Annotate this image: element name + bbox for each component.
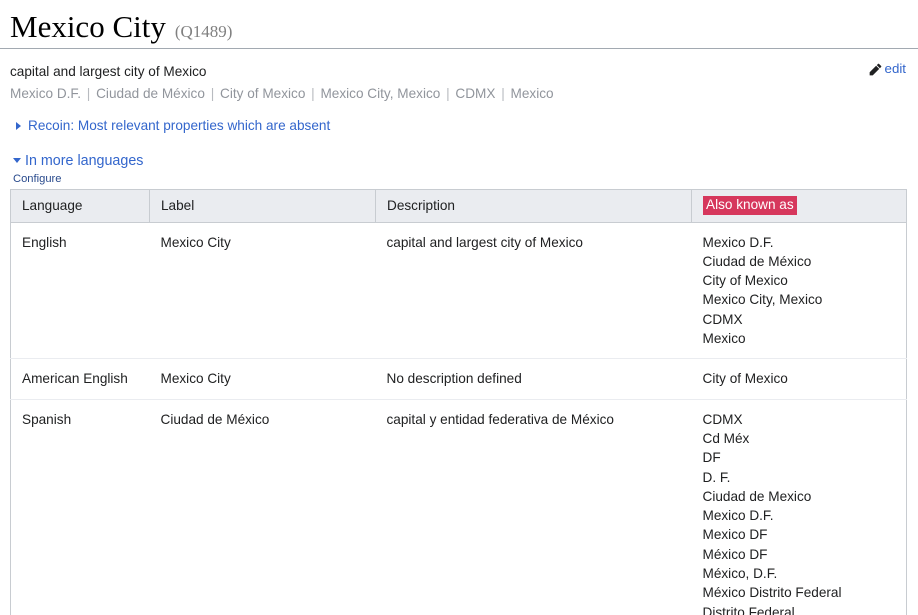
column-header-description-text: Description <box>387 198 455 214</box>
triangle-down-icon[interactable] <box>13 157 21 163</box>
terms-table: Language Label Description Also known as… <box>10 188 907 615</box>
alias-item: CDMX <box>702 311 743 327</box>
entity-aliases-line[interactable]: Mexico D.F. | Ciudad de México | City of… <box>10 84 908 104</box>
alias-separator: | <box>206 85 219 101</box>
alias-item: Mexico D.F. <box>702 234 774 250</box>
edit-action[interactable]: edit <box>869 61 906 76</box>
cell-label[interactable]: Mexico City <box>149 358 376 400</box>
alias-item: DF <box>702 450 721 466</box>
cell-language: Spanish <box>22 411 72 427</box>
entity-alias: City of Mexico <box>220 85 306 101</box>
recoin-toggle-label[interactable]: Recoin: Most relevant properties which a… <box>28 118 330 133</box>
page-title: Mexico City <box>10 9 166 44</box>
table-row: American English Mexico City No descriptio… <box>10 358 907 400</box>
cell-language: American English <box>10 358 150 400</box>
in-more-languages-toggle[interactable]: In more languages <box>13 153 143 169</box>
alias-separator: | <box>442 85 454 101</box>
alias-item: México DF <box>702 546 768 562</box>
configure-link[interactable]: Configure <box>13 173 908 185</box>
alias-item: Distrito Federal <box>702 604 795 615</box>
entity-alias: Mexico City, Mexico <box>320 85 441 101</box>
cell-aliases[interactable]: City of Mexico <box>691 358 907 400</box>
table-row: English Mexico City capital and largest ci… <box>10 222 907 360</box>
alias-item: City of Mexico <box>702 273 788 289</box>
entity-header: Mexico City (Q1489) <box>0 0 918 48</box>
in-more-languages-section: In more languages Configure <box>0 133 918 185</box>
alias-item: CDMX <box>702 411 743 427</box>
alias-item: City of Mexico <box>702 371 788 387</box>
edit-link[interactable]: edit <box>885 61 906 76</box>
alias-separator: | <box>307 85 319 101</box>
column-header-description[interactable]: Description <box>375 189 692 223</box>
alias-item: Ciudad de México <box>702 253 812 269</box>
entity-alias: CDMX <box>455 85 496 101</box>
entity-alias: Ciudad de México <box>96 85 205 101</box>
alias-separator: | <box>83 85 95 101</box>
pencil-icon <box>869 63 882 76</box>
cell-label[interactable]: Ciudad de México <box>150 399 376 615</box>
alias-item: Cd Méx <box>702 430 750 446</box>
table-row: Spanish Ciudad de México capital y entidad… <box>11 399 907 615</box>
cell-description[interactable]: capital y entidad federativa de México <box>376 399 692 615</box>
entity-id: (Q1489) <box>174 22 233 41</box>
cell-label[interactable]: Mexico City <box>149 222 376 360</box>
in-more-languages-label: In more languages <box>25 152 144 169</box>
alias-item: Mexico City, Mexico <box>702 292 823 308</box>
cell-description[interactable]: capital and largest city of Mexico <box>375 222 692 360</box>
alias-item: Mexico <box>702 331 746 347</box>
table-body: English Mexico City capital and largest ci… <box>10 222 907 615</box>
cell-description[interactable]: No description defined <box>375 358 692 400</box>
table-header: Language Label Description Also known as <box>10 189 907 223</box>
alias-item: Mexico D.F. <box>702 508 774 524</box>
column-header-label[interactable]: Label <box>149 189 376 223</box>
triangle-right-icon[interactable] <box>16 121 21 130</box>
column-header-language[interactable]: Language <box>10 189 150 223</box>
recoin-section[interactable]: Recoin: Most relevant properties which a… <box>0 104 918 133</box>
entity-alias: Mexico <box>510 85 554 101</box>
column-header-also-known-as[interactable]: Also known as <box>691 189 907 223</box>
alias-item: México, D.F. <box>702 566 778 582</box>
description-block: capital and largest city of Mexico Mexic… <box>0 49 918 103</box>
column-header-label-text: Label <box>161 198 195 214</box>
entity-description[interactable]: capital and largest city of Mexico <box>10 62 908 82</box>
column-header-also-known-as-text: Also known as <box>703 196 797 215</box>
alias-item: Mexico DF <box>702 527 768 543</box>
cell-aliases[interactable]: Mexico D.F. Ciudad de México City of Mexic… <box>691 222 907 360</box>
alias-item: Ciudad de Mexico <box>702 488 812 504</box>
cell-language: English <box>10 222 150 360</box>
table-header-row: Language Label Description Also known as <box>10 189 907 223</box>
alias-item: D. F. <box>702 469 731 485</box>
cell-aliases[interactable]: CDMX Cd Méx DF D. F. Ciudad de Mexico Mexico … <box>692 399 907 615</box>
title-row: Mexico City (Q1489) <box>10 8 908 48</box>
entity-alias: Mexico D.F. <box>10 85 82 101</box>
column-header-language-text: Language <box>22 198 83 214</box>
alias-separator: | <box>497 85 509 101</box>
alias-item: México Distrito Federal <box>702 585 842 601</box>
